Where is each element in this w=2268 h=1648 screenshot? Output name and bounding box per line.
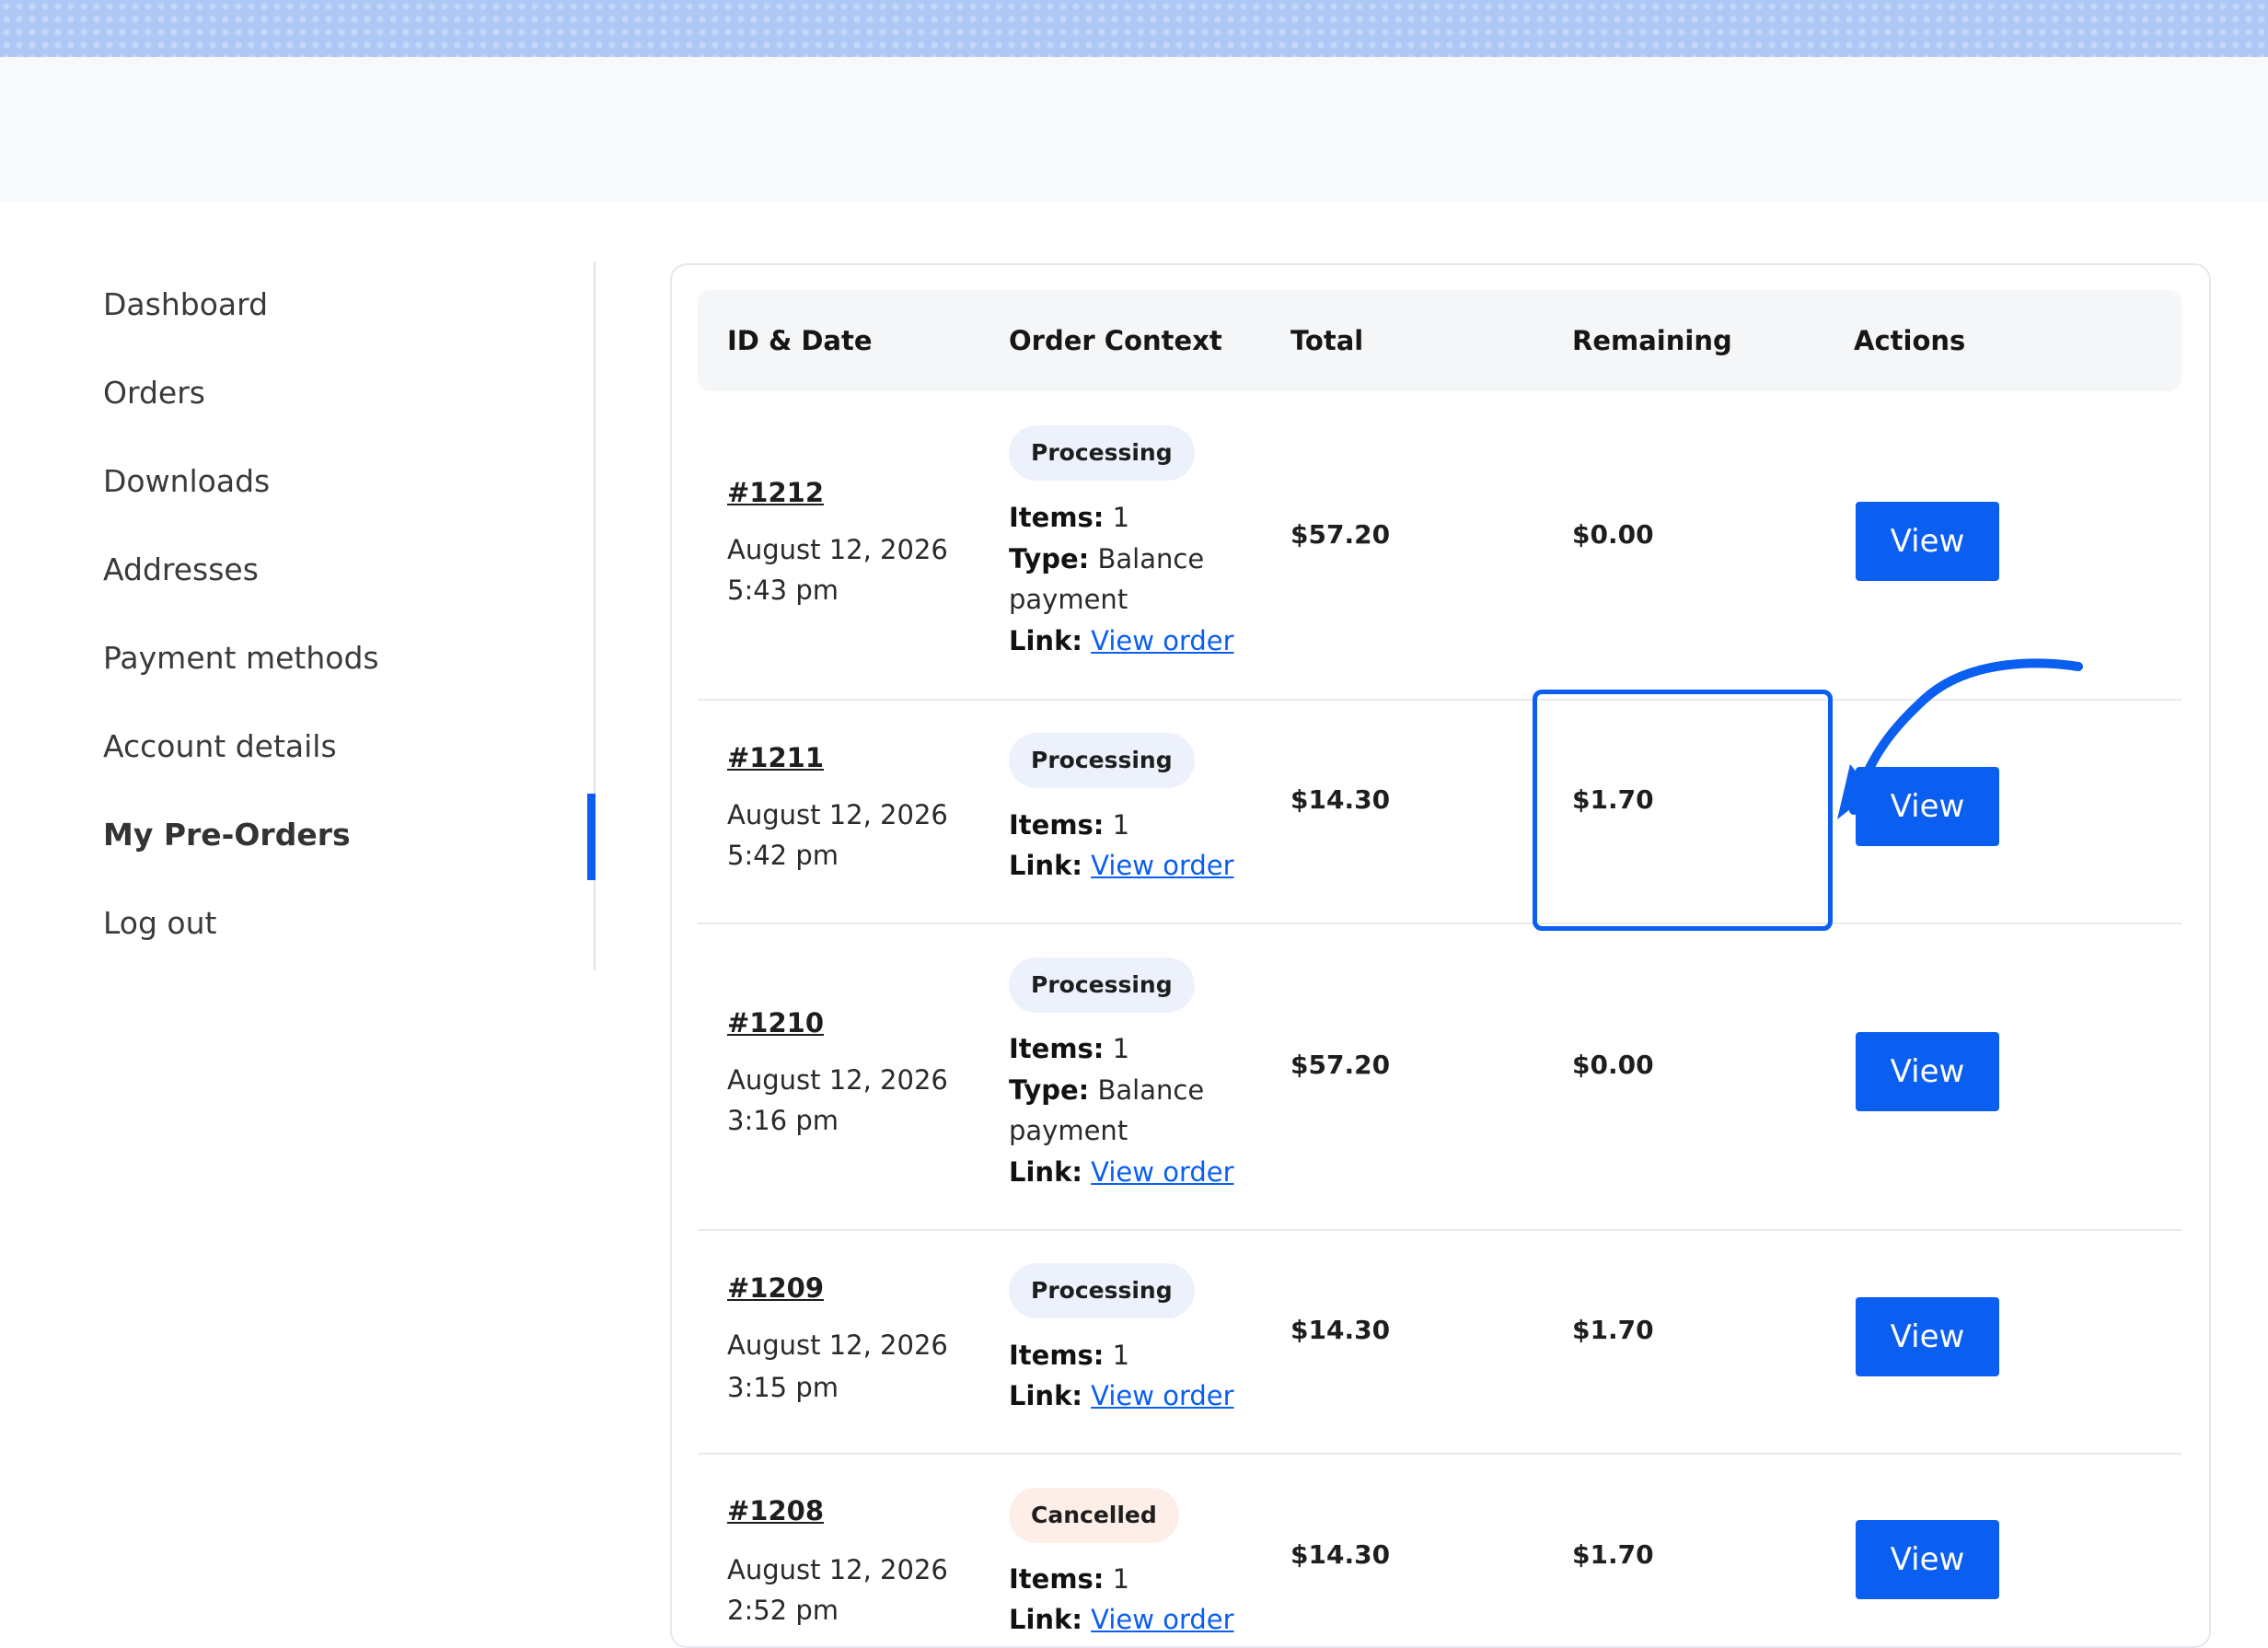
view-button[interactable]: View xyxy=(1856,502,1999,581)
items-label: Items: xyxy=(1009,1033,1105,1064)
order-total: $57.20 xyxy=(1290,519,1391,550)
page-header xyxy=(0,57,2268,203)
row-divider xyxy=(698,1229,2181,1231)
order-total: $14.30 xyxy=(1290,1315,1391,1345)
items-count: 1 xyxy=(1112,1033,1130,1064)
order-time: 2:52 pm xyxy=(727,1595,839,1626)
order-id-link[interactable]: #1209 xyxy=(727,1272,824,1304)
column-header-total: Total xyxy=(1290,325,1364,356)
order-id-link[interactable]: #1208 xyxy=(727,1495,824,1526)
items-label: Items: xyxy=(1009,1340,1105,1371)
order-remaining: $1.70 xyxy=(1572,1315,1654,1345)
order-time: 5:42 pm xyxy=(727,840,839,871)
view-order-link[interactable]: View order xyxy=(1091,1380,1233,1411)
status-badge: Processing xyxy=(1009,733,1195,788)
view-order-link[interactable]: View order xyxy=(1091,1604,1233,1635)
column-header-remaining: Remaining xyxy=(1572,325,1732,356)
items-label: Items: xyxy=(1009,1563,1105,1595)
items-label: Items: xyxy=(1009,502,1105,533)
order-id-link[interactable]: #1212 xyxy=(727,477,824,508)
status-badge: Processing xyxy=(1009,425,1195,481)
order-id-link[interactable]: #1211 xyxy=(727,742,824,773)
order-date: August 12, 2026 xyxy=(727,1554,948,1585)
nav-item-account-details[interactable]: Account details xyxy=(103,719,337,774)
top-banner xyxy=(0,0,2268,57)
view-order-link[interactable]: View order xyxy=(1091,850,1233,881)
order-total: $14.30 xyxy=(1290,1539,1391,1570)
curved-arrow-icon xyxy=(1837,658,2083,819)
view-order-link[interactable]: View order xyxy=(1091,625,1233,656)
nav-item-downloads[interactable]: Downloads xyxy=(103,454,270,509)
type-value-continued: payment xyxy=(1009,1115,1128,1146)
nav-item-orders[interactable]: Orders xyxy=(103,366,205,421)
pre-orders-table-card xyxy=(670,263,2211,1648)
link-label: Link: xyxy=(1009,1604,1082,1635)
type-value: Balance xyxy=(1097,543,1205,574)
type-label: Type: xyxy=(1009,543,1090,574)
order-date: August 12, 2026 xyxy=(727,1064,948,1096)
order-date: August 12, 2026 xyxy=(727,799,948,830)
view-button[interactable]: View xyxy=(1856,1032,1999,1111)
items-count: 1 xyxy=(1112,1563,1130,1595)
items-count: 1 xyxy=(1112,809,1130,841)
table-header: ID & Date Order Context Total Remaining … xyxy=(698,290,2181,391)
column-header-order-context: Order Context xyxy=(1009,325,1222,356)
nav-item-my-pre-orders[interactable]: My Pre-Orders xyxy=(103,807,351,863)
type-value: Balance xyxy=(1097,1074,1205,1106)
nav-item-payment-methods[interactable]: Payment methods xyxy=(103,631,379,686)
row-divider xyxy=(698,1453,2181,1455)
items-label: Items: xyxy=(1009,809,1105,841)
status-badge: Processing xyxy=(1009,1263,1195,1318)
link-label: Link: xyxy=(1009,625,1082,656)
items-count: 1 xyxy=(1112,1340,1130,1371)
status-badge: Processing xyxy=(1009,957,1195,1013)
nav-item-dashboard[interactable]: Dashboard xyxy=(103,277,268,332)
remaining-highlight-box xyxy=(1533,690,1833,931)
order-time: 3:16 pm xyxy=(727,1105,839,1136)
active-nav-indicator xyxy=(587,794,596,880)
order-total: $57.20 xyxy=(1290,1050,1391,1080)
items-count: 1 xyxy=(1112,502,1130,533)
order-id-link[interactable]: #1210 xyxy=(727,1007,824,1039)
view-button[interactable]: View xyxy=(1856,1520,1999,1599)
row-divider xyxy=(698,923,2181,924)
type-value-continued: payment xyxy=(1009,584,1128,615)
nav-item-log-out[interactable]: Log out xyxy=(103,896,216,951)
order-time: 3:15 pm xyxy=(727,1372,839,1403)
view-order-link[interactable]: View order xyxy=(1091,1156,1233,1188)
order-total: $14.30 xyxy=(1290,784,1391,815)
order-remaining: $0.00 xyxy=(1572,519,1654,550)
link-label: Link: xyxy=(1009,1156,1082,1188)
order-remaining: $1.70 xyxy=(1572,1539,1654,1570)
link-label: Link: xyxy=(1009,850,1082,881)
order-date: August 12, 2026 xyxy=(727,1329,948,1361)
column-header-id-date: ID & Date xyxy=(727,325,873,356)
nav-item-addresses[interactable]: Addresses xyxy=(103,542,259,598)
order-time: 5:43 pm xyxy=(727,574,839,606)
type-label: Type: xyxy=(1009,1074,1090,1106)
column-header-actions: Actions xyxy=(1854,325,1966,356)
view-button[interactable]: View xyxy=(1856,1297,1999,1376)
order-remaining: $0.00 xyxy=(1572,1050,1654,1080)
link-label: Link: xyxy=(1009,1380,1082,1411)
status-badge: Cancelled xyxy=(1009,1488,1179,1543)
order-date: August 12, 2026 xyxy=(727,534,948,565)
